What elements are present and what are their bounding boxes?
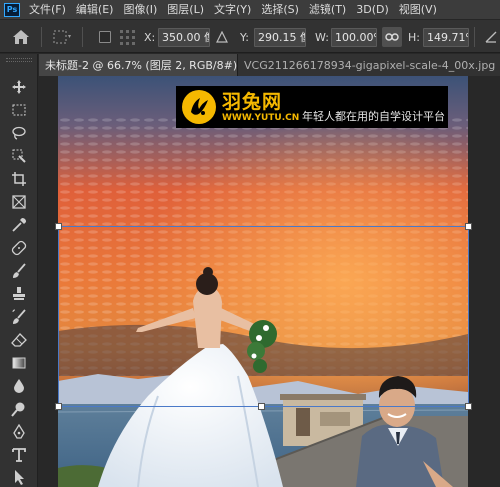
h-label: H: (408, 30, 420, 44)
tab-untitled-2[interactable]: 未标题-2 @ 66.7% (图层 2, RGB/8#) * × (39, 54, 237, 76)
watermark-brand-name: 羽兔网 (222, 90, 283, 113)
tab-label: 未标题-2 @ 66.7% (图层 2, RGB/8#) * (45, 59, 237, 72)
reference-checkbox[interactable] (99, 20, 111, 54)
y-label: Y: (240, 30, 249, 44)
frame-tool-icon[interactable] (7, 191, 31, 213)
tool-panel (0, 54, 38, 487)
transform-bbox-right (468, 226, 469, 406)
x-label: X: (144, 30, 156, 44)
y-position-field[interactable]: 290.15 像素 (254, 27, 306, 47)
history-brush-tool-icon[interactable] (7, 306, 31, 328)
panel-grip[interactable] (6, 58, 32, 62)
dodge-tool-icon[interactable] (7, 398, 31, 420)
clone-stamp-tool-icon[interactable] (7, 283, 31, 305)
menu-filter[interactable]: 滤镜(T) (304, 0, 351, 19)
pen-tool-icon[interactable] (7, 421, 31, 443)
crop-tool-icon[interactable] (7, 168, 31, 190)
menu-file[interactable]: 文件(F) (24, 0, 71, 19)
yutu-watermark: 羽兔网 WWW.YUTU.CN 年轻人都在用的自学设计平台 (176, 86, 448, 128)
height-field[interactable]: 149.71% (423, 27, 469, 47)
menu-select[interactable]: 选择(S) (256, 0, 304, 19)
transform-handle-top-right[interactable] (465, 223, 472, 230)
x-position-field[interactable]: 350.00 像素 (158, 27, 210, 47)
transform-handle-bottom-right[interactable] (465, 403, 472, 410)
path-select-tool-icon[interactable] (7, 466, 31, 487)
menu-view[interactable]: 视图(V) (394, 0, 442, 19)
menu-type[interactable]: 文字(Y) (209, 0, 256, 19)
reference-point-icon[interactable] (52, 20, 72, 54)
tab-vcg-image[interactable]: VCG211266178934-gigapixel-scale-4_00x.jp… (237, 54, 500, 76)
healing-brush-tool-icon[interactable] (7, 237, 31, 259)
menu-bar: Ps 文件(F) 编辑(E) 图像(I) 图层(L) 文字(Y) 选择(S) 滤… (0, 0, 500, 19)
transform-handle-bottom-center[interactable] (258, 403, 265, 410)
watermark-slogan: 年轻人都在用的自学设计平台 (302, 110, 445, 123)
delta-icon[interactable] (216, 20, 228, 54)
width-field[interactable]: 100.00% (331, 27, 377, 47)
reference-grid-icon (118, 20, 138, 54)
transform-handle-top-left[interactable] (55, 223, 62, 230)
yutu-rabbit-logo-icon (180, 88, 218, 126)
wedding-photo-composite (58, 76, 468, 487)
marquee-tool-icon[interactable] (7, 99, 31, 121)
eyedropper-tool-icon[interactable] (7, 214, 31, 236)
gradient-tool-icon[interactable] (7, 352, 31, 374)
transform-bbox-left (58, 226, 59, 406)
watermark-url: WWW.YUTU.CN (222, 112, 300, 123)
transform-handle-bottom-left[interactable] (55, 403, 62, 410)
quick-select-tool-icon[interactable] (7, 145, 31, 167)
canvas-workspace[interactable] (39, 76, 500, 487)
blur-tool-icon[interactable] (7, 375, 31, 397)
rotate-icon[interactable] (484, 20, 498, 54)
document-canvas[interactable] (58, 76, 468, 487)
move-tool-icon[interactable] (7, 76, 31, 98)
lasso-tool-icon[interactable] (7, 122, 31, 144)
menu-layer[interactable]: 图层(L) (162, 0, 209, 19)
link-icon[interactable] (382, 27, 402, 47)
tab-label: VCG211266178934-gigapixel-scale-4_00x.jp… (244, 58, 496, 72)
menu-3d[interactable]: 3D(D) (351, 0, 394, 19)
options-bar: X: 350.00 像素 Y: 290.15 像素 W: 100.00% H: … (0, 19, 500, 53)
photoshop-logo-icon: Ps (4, 2, 20, 17)
eraser-tool-icon[interactable] (7, 329, 31, 351)
w-label: W: (315, 30, 329, 44)
menu-image[interactable]: 图像(I) (118, 0, 162, 19)
document-tab-bar: 未标题-2 @ 66.7% (图层 2, RGB/8#) * × VCG2112… (39, 54, 500, 76)
transform-bbox-top (58, 226, 468, 227)
type-tool-icon[interactable] (7, 444, 31, 466)
brush-tool-icon[interactable] (7, 260, 31, 282)
menu-edit[interactable]: 编辑(E) (71, 0, 119, 19)
home-icon[interactable] (12, 20, 32, 54)
